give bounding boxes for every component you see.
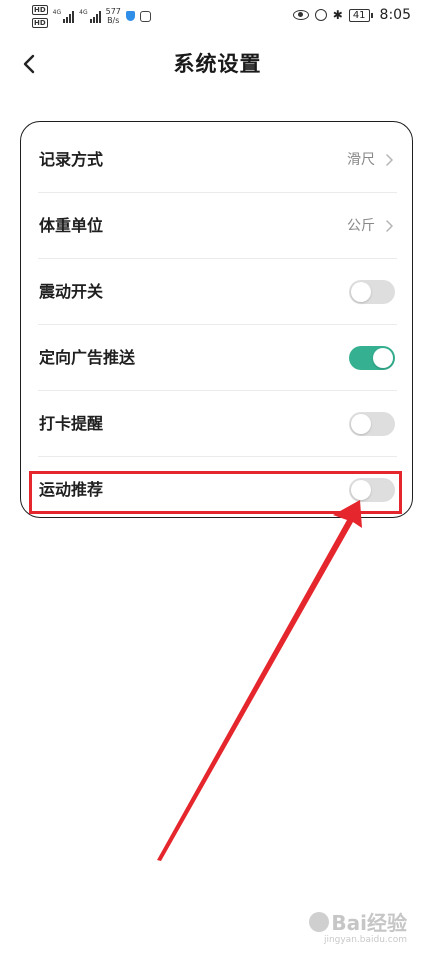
setting-row-targeted-ads: 定向广告推送	[38, 325, 397, 391]
toggle-knob	[351, 282, 371, 302]
setting-label: 体重单位	[39, 216, 104, 235]
page-title: 系统设置	[173, 52, 262, 76]
annotation-highlight-box	[29, 471, 402, 514]
targeted-ads-toggle[interactable]	[349, 346, 395, 370]
speed-unit: B/s	[107, 16, 120, 25]
eye-icon	[292, 10, 309, 20]
setting-row-checkin-reminder: 打卡提醒	[38, 391, 397, 457]
setting-row-weight-unit[interactable]: 体重单位 公斤	[38, 193, 397, 259]
network-speed: 577 B/s	[106, 7, 121, 25]
chevron-right-icon	[386, 220, 393, 232]
vibration-toggle[interactable]	[349, 280, 395, 304]
toggle-knob	[351, 414, 371, 434]
bluetooth-icon: ✱	[332, 8, 343, 22]
status-bar: HD HD 4G 4G 577 B/s ✱ 41 8:05	[0, 0, 435, 32]
status-bar-left: HD HD 4G 4G 577 B/s	[32, 3, 151, 29]
setting-value: 滑尺	[347, 152, 375, 168]
settings-card: 记录方式 滑尺 体重单位 公斤 震动开关 定向广告推送 打卡提醒 运动推荐	[20, 121, 413, 518]
setting-row-record-mode[interactable]: 记录方式 滑尺	[38, 127, 397, 193]
watermark-sub: jingyan.baidu.com	[323, 935, 407, 945]
status-bar-right: ✱ 41 8:05	[292, 6, 411, 24]
baidu-paw-icon	[309, 911, 330, 932]
network-gen: 4G	[79, 9, 88, 16]
setting-row-vibration: 震动开关	[38, 259, 397, 325]
status-time: 8:05	[379, 7, 411, 23]
checkin-reminder-toggle[interactable]	[349, 412, 395, 436]
setting-value: 公斤	[347, 218, 375, 234]
hd-badge: HD	[32, 17, 48, 28]
battery-icon: 41	[348, 8, 373, 22]
chevron-right-icon	[386, 154, 393, 166]
network-gen: 4G	[52, 9, 62, 16]
toggle-knob	[373, 348, 393, 368]
shield-icon	[125, 11, 135, 21]
setting-label: 定向广告推送	[39, 348, 136, 367]
app-notification-icon	[139, 10, 151, 22]
setting-label: 震动开关	[39, 282, 104, 301]
alarm-icon	[314, 9, 327, 21]
setting-label: 记录方式	[39, 150, 104, 169]
signal-icon: 4G	[79, 9, 101, 23]
watermark: Bai经验 jingyan.baidu.com	[309, 907, 407, 945]
hd-badge: HD	[32, 4, 48, 15]
speed-value: 577	[105, 7, 121, 16]
hd-badges: HD HD	[32, 4, 48, 28]
watermark-text: Bai经验	[331, 911, 407, 935]
setting-label: 打卡提醒	[39, 414, 104, 433]
signal-icon: 4G	[52, 9, 75, 23]
